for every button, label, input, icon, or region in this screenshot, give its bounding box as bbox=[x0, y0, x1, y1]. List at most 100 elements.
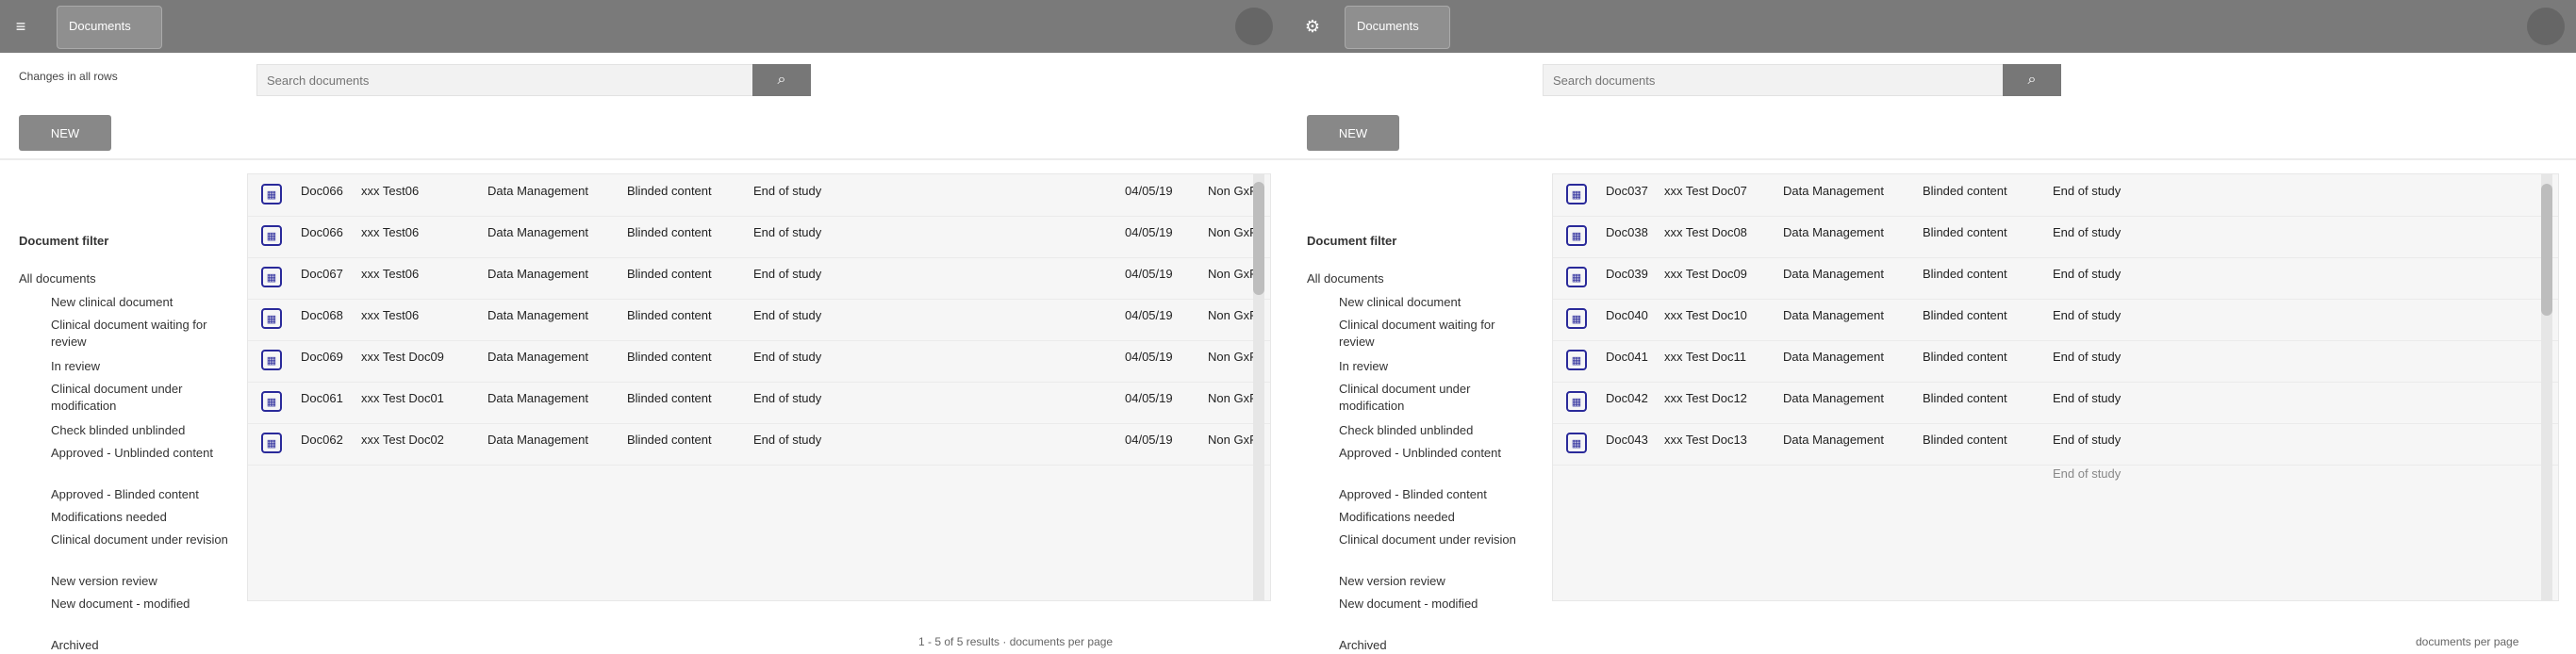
sidebar-item-new-clinical-document[interactable]: New clinical document bbox=[1339, 294, 1527, 311]
sidebar-item-waiting-review[interactable]: Clinical document waiting for review bbox=[51, 317, 239, 351]
scrollbar[interactable] bbox=[2541, 174, 2552, 600]
doc-type: Data Management bbox=[487, 225, 588, 239]
search-input[interactable] bbox=[257, 65, 753, 95]
doc-id: Doc068 bbox=[301, 308, 343, 322]
search-icon: ⌕ bbox=[2027, 72, 2037, 88]
sidebar-item-under-modification[interactable]: Clinical document under modification bbox=[51, 381, 239, 415]
document-icon: ▦ bbox=[1566, 391, 1587, 412]
table-row[interactable]: ▦ Doc037 xxx Test Doc07 Data Management … bbox=[1553, 174, 2558, 217]
document-icon: ▦ bbox=[1566, 350, 1587, 370]
doc-type: Data Management bbox=[1783, 308, 1884, 322]
sidebar-item-waiting-review[interactable]: Clinical document waiting for review bbox=[1339, 317, 1527, 351]
doc-content: Blinded content bbox=[1923, 225, 2007, 239]
doc-name: xxx Test Doc07 bbox=[1664, 184, 1747, 198]
table-row[interactable]: ▦ Doc066 xxx Test06 Data Management Blin… bbox=[248, 174, 1270, 217]
tab-documents-left[interactable]: Documents bbox=[57, 6, 162, 49]
document-icon: ▦ bbox=[261, 184, 282, 204]
sidebar-item-in-review[interactable]: In review bbox=[51, 358, 239, 375]
search-button[interactable]: ⌕ bbox=[752, 64, 811, 96]
doc-content: Blinded content bbox=[627, 433, 712, 447]
doc-content: Blinded content bbox=[627, 350, 712, 364]
sidebar-item-approved-blinded[interactable]: Approved - Blinded content bbox=[51, 486, 239, 503]
tab-documents-right[interactable]: Documents bbox=[1345, 6, 1450, 49]
doc-id: Doc069 bbox=[301, 350, 343, 364]
search-field[interactable] bbox=[1543, 64, 2005, 96]
document-icon: ▦ bbox=[261, 225, 282, 246]
top-app-bar: ≡ Documents ⚙ Documents bbox=[0, 0, 2576, 53]
table-row[interactable]: ▦ Doc069 xxx Test Doc09 Data Management … bbox=[248, 340, 1270, 383]
sidebar-item-new-version-review[interactable]: New version review bbox=[1339, 573, 1527, 590]
table-row[interactable]: End of study bbox=[1553, 465, 2558, 487]
sidebar-item-new-document-modified[interactable]: New document - modified bbox=[1339, 596, 1527, 613]
sidebar-item-archived[interactable]: Archived bbox=[1339, 637, 1527, 654]
scrollbar[interactable] bbox=[1253, 174, 1264, 600]
avatar[interactable] bbox=[1235, 8, 1273, 45]
doc-name: xxx Test Doc08 bbox=[1664, 225, 1747, 239]
scrollbar-thumb[interactable] bbox=[2541, 184, 2552, 316]
table-row[interactable]: ▦ Doc066 xxx Test06 Data Management Blin… bbox=[248, 216, 1270, 258]
table-row[interactable]: ▦ Doc043 xxx Test Doc13 Data Management … bbox=[1553, 423, 2558, 466]
search-field[interactable] bbox=[256, 64, 754, 96]
menu-icon[interactable]: ≡ bbox=[8, 13, 34, 40]
new-button[interactable]: NEW bbox=[1307, 115, 1399, 151]
scrollbar-thumb[interactable] bbox=[1253, 182, 1264, 295]
doc-name: xxx Test Doc10 bbox=[1664, 308, 1747, 322]
doc-name: xxx Test06 bbox=[361, 308, 420, 322]
doc-id: Doc041 bbox=[1606, 350, 1648, 364]
doc-id: Doc038 bbox=[1606, 225, 1648, 239]
pagination-footer: 1 - 5 of 5 results · documents per page bbox=[918, 635, 1114, 648]
sidebar-item-under-revision[interactable]: Clinical document under revision bbox=[51, 531, 239, 548]
doc-type: Data Management bbox=[487, 350, 588, 364]
sidebar-item-approved-unblinded[interactable]: Approved - Unblinded content bbox=[1339, 445, 1527, 462]
doc-id: Doc066 bbox=[301, 184, 343, 198]
doc-date: 04/05/19 bbox=[1125, 391, 1173, 405]
doc-date: 04/05/19 bbox=[1125, 350, 1173, 364]
sidebar-item-approved-unblinded[interactable]: Approved - Unblinded content bbox=[51, 445, 239, 462]
table-row[interactable]: ▦ Doc038 xxx Test Doc08 Data Management … bbox=[1553, 216, 2558, 258]
profile-avatar[interactable] bbox=[2527, 8, 2565, 45]
sidebar-item-in-review[interactable]: In review bbox=[1339, 358, 1527, 375]
doc-name: xxx Test Doc02 bbox=[361, 433, 444, 447]
doc-content: Blinded content bbox=[1923, 184, 2007, 198]
search-input[interactable] bbox=[1544, 65, 2004, 95]
sidebar-item-check-blinded[interactable]: Check blinded unblinded bbox=[51, 422, 239, 439]
doc-stage: End of study bbox=[2053, 225, 2122, 239]
document-icon: ▦ bbox=[261, 391, 282, 412]
new-button[interactable]: NEW bbox=[19, 115, 111, 151]
sidebar-item-new-document-modified[interactable]: New document - modified bbox=[51, 596, 239, 613]
table-row[interactable]: ▦ Doc062 xxx Test Doc02 Data Management … bbox=[248, 423, 1270, 466]
document-icon: ▦ bbox=[1566, 184, 1587, 204]
sidebar-item-archived[interactable]: Archived bbox=[51, 637, 239, 654]
sidebar-item-modifications-needed[interactable]: Modifications needed bbox=[1339, 509, 1527, 526]
sidebar-item-under-modification[interactable]: Clinical document under modification bbox=[1339, 381, 1527, 415]
doc-id: Doc039 bbox=[1606, 267, 1648, 281]
search-button[interactable]: ⌕ bbox=[2003, 64, 2061, 96]
table-row[interactable]: ▦ Doc067 xxx Test06 Data Management Blin… bbox=[248, 257, 1270, 300]
table-row[interactable]: ▦ Doc068 xxx Test06 Data Management Blin… bbox=[248, 299, 1270, 341]
doc-content: Blinded content bbox=[627, 308, 712, 322]
document-icon: ▦ bbox=[1566, 225, 1587, 246]
table-row[interactable]: ▦ Doc042 xxx Test Doc12 Data Management … bbox=[1553, 382, 2558, 424]
document-icon: ▦ bbox=[261, 267, 282, 287]
document-icon: ▦ bbox=[1566, 267, 1587, 287]
sidebar-item-under-revision[interactable]: Clinical document under revision bbox=[1339, 531, 1527, 548]
doc-name: xxx Test Doc01 bbox=[361, 391, 444, 405]
document-icon: ▦ bbox=[1566, 308, 1587, 329]
doc-stage: End of study bbox=[753, 184, 822, 198]
sidebar-item-new-version-review[interactable]: New version review bbox=[51, 573, 239, 590]
sidebar-item-approved-blinded[interactable]: Approved - Blinded content bbox=[1339, 486, 1527, 503]
doc-status: Non GxP bbox=[1208, 184, 1258, 198]
doc-stage: End of study bbox=[2053, 433, 2122, 447]
doc-status: Non GxP bbox=[1208, 225, 1258, 239]
doc-id: Doc037 bbox=[1606, 184, 1648, 198]
doc-stage: End of study bbox=[753, 433, 822, 447]
settings-icon[interactable]: ⚙ bbox=[1299, 13, 1326, 40]
sidebar-item-check-blinded[interactable]: Check blinded unblinded bbox=[1339, 422, 1527, 439]
doc-date: 04/05/19 bbox=[1125, 267, 1173, 281]
sidebar-item-modifications-needed[interactable]: Modifications needed bbox=[51, 509, 239, 526]
table-row[interactable]: ▦ Doc039 xxx Test Doc09 Data Management … bbox=[1553, 257, 2558, 300]
table-row[interactable]: ▦ Doc040 xxx Test Doc10 Data Management … bbox=[1553, 299, 2558, 341]
table-row[interactable]: ▦ Doc061 xxx Test Doc01 Data Management … bbox=[248, 382, 1270, 424]
table-row[interactable]: ▦ Doc041 xxx Test Doc11 Data Management … bbox=[1553, 340, 2558, 383]
sidebar-item-new-clinical-document[interactable]: New clinical document bbox=[51, 294, 239, 311]
